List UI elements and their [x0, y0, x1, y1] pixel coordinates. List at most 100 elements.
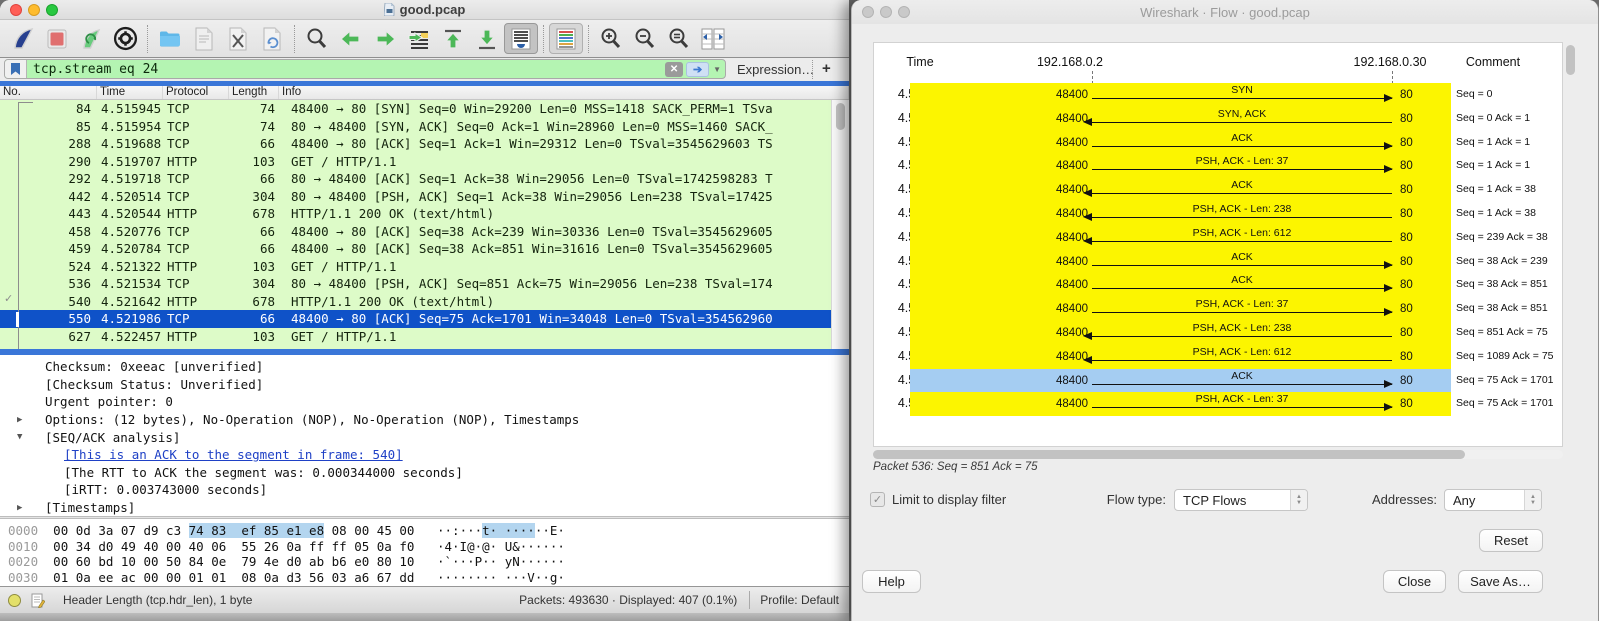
- packet-row[interactable]: 524 4.521322 HTTP 103 GET / HTTP/1.1: [0, 258, 831, 276]
- packet-row[interactable]: 540 4.521642 HTTP 678 HTTP/1.1 200 OK (t…: [0, 293, 831, 311]
- detail-row[interactable]: ▶ [Timestamps]: [0, 499, 849, 516]
- packet-row[interactable]: 459 4.520784 TCP 66 48400 → 80 [ACK] Seq…: [0, 240, 831, 258]
- packet-row[interactable]: 85 4.515954 TCP 74 80 → 48400 [SYN, ACK]…: [0, 118, 831, 136]
- flow-row[interactable]: 4.519707 48400 PSH, ACK - Len: 37 80 Seq…: [874, 154, 1563, 178]
- flow-horizontal-scrollbar[interactable]: [873, 450, 1563, 459]
- detail-row[interactable]: [The RTT to ACK the segment was: 0.00034…: [0, 464, 849, 482]
- zoom-original-icon[interactable]: [662, 23, 696, 54]
- go-back-icon[interactable]: [334, 23, 368, 54]
- display-filter-input[interactable]: tcp.stream eq 24 ✕ ➔ ▼: [4, 59, 726, 79]
- zoom-out-icon[interactable]: [628, 23, 662, 54]
- flow-row[interactable]: 4.522457 48400 PSH, ACK - Len: 37 80 Seq…: [874, 392, 1563, 416]
- packet-row[interactable]: 290 4.519707 HTTP 103 GET / HTTP/1.1: [0, 153, 831, 171]
- flow-diagram-canvas[interactable]: Time 192.168.0.2 192.168.0.30 Comment 4.…: [873, 42, 1563, 447]
- filter-clear-icon[interactable]: ✕: [665, 62, 683, 77]
- capture-comment-icon[interactable]: [31, 593, 45, 608]
- tree-expander-icon[interactable]: ▶: [17, 415, 37, 425]
- packet-row[interactable]: 458 4.520776 TCP 66 48400 → 80 [ACK] Seq…: [0, 223, 831, 241]
- detail-row[interactable]: [This is an ACK to the segment in frame:…: [0, 446, 849, 464]
- column-protocol[interactable]: Protocol: [163, 86, 229, 99]
- packet-row[interactable]: 550 4.521986 TCP 66 48400 → 80 [ACK] Seq…: [0, 310, 831, 328]
- go-first-packet-icon[interactable]: [436, 23, 470, 54]
- expression-button[interactable]: Expression…: [737, 62, 814, 77]
- flow-row[interactable]: 4.521322 48400 PSH, ACK - Len: 37 80 Seq…: [874, 297, 1563, 321]
- auto-scroll-icon[interactable]: [504, 23, 538, 54]
- go-forward-icon[interactable]: [368, 23, 402, 54]
- go-to-packet-icon[interactable]: [402, 23, 436, 54]
- save-as-button[interactable]: Save As…: [1458, 570, 1543, 593]
- packet-no: 288: [0, 136, 97, 151]
- close-button[interactable]: Close: [1383, 570, 1446, 593]
- packet-row[interactable]: 292 4.519718 TCP 66 80 → 48400 [ACK] Seq…: [0, 170, 831, 188]
- resize-columns-icon[interactable]: [696, 23, 730, 54]
- close-file-icon[interactable]: [221, 23, 255, 54]
- flow-row[interactable]: 4.519688 48400 ACK 80 Seq = 1 Ack = 1: [874, 131, 1563, 155]
- flow-row[interactable]: 4.519718 48400 ACK 80 Seq = 1 Ack = 38: [874, 178, 1563, 202]
- filter-bookmark-icon[interactable]: [5, 60, 27, 78]
- packet-row[interactable]: 536 4.521534 TCP 304 80 → 48400 [PSH, AC…: [0, 275, 831, 293]
- colorize-packets-icon[interactable]: [549, 23, 583, 54]
- filter-dropdown-caret-icon[interactable]: ▼: [713, 65, 721, 74]
- zoom-traffic-light-inactive[interactable]: [898, 6, 910, 18]
- column-length[interactable]: Length: [229, 86, 279, 99]
- hex-row[interactable]: 0020 00 60 bd 10 00 50 84 0e 79 4e d0 ab…: [8, 554, 849, 570]
- column-no[interactable]: No.: [0, 86, 97, 99]
- close-traffic-light-inactive[interactable]: [862, 6, 874, 18]
- hex-row[interactable]: 0000 00 0d 3a 07 d9 c3 74 83 ef 85 e1 e8…: [8, 523, 849, 539]
- open-file-folder-icon[interactable]: [153, 23, 187, 54]
- detail-row[interactable]: ▼ [SEQ/ACK analysis]: [0, 428, 849, 446]
- flow-row[interactable]: 4.520544 48400 PSH, ACK - Len: 612 80 Se…: [874, 226, 1563, 250]
- tree-expander-icon[interactable]: ▼: [17, 432, 37, 442]
- flow-type-select[interactable]: TCP Flows ▲▼: [1174, 489, 1308, 511]
- detail-row[interactable]: Checksum: 0xeeac [unverified]: [0, 358, 849, 376]
- scrollbar-thumb[interactable]: [836, 103, 845, 130]
- flow-vertical-scrollbar-thumb[interactable]: [1566, 45, 1575, 75]
- zoom-traffic-light[interactable]: [46, 4, 58, 16]
- flow-row[interactable]: 4.521642 48400 PSH, ACK - Len: 612 80 Se…: [874, 345, 1563, 369]
- go-last-packet-icon[interactable]: [470, 23, 504, 54]
- detail-row[interactable]: Urgent pointer: 0: [0, 393, 849, 411]
- status-profile[interactable]: Profile: Default: [760, 593, 849, 607]
- help-button[interactable]: Help: [862, 570, 921, 593]
- add-filter-button[interactable]: +: [822, 60, 831, 77]
- flow-row[interactable]: 4.520776 48400 ACK 80 Seq = 38 Ack = 239: [874, 250, 1563, 274]
- scrollbar-thumb[interactable]: [873, 450, 1465, 459]
- detail-row[interactable]: [iRTT: 0.003743000 seconds]: [0, 481, 849, 499]
- reload-file-icon[interactable]: [255, 23, 289, 54]
- packet-list-scrollbar[interactable]: [831, 100, 849, 349]
- expert-info-icon[interactable]: [8, 594, 21, 607]
- flow-row[interactable]: 4.521986 48400 ACK 80 Seq = 75 Ack = 170…: [874, 369, 1563, 393]
- stop-capture-icon[interactable]: [40, 23, 74, 54]
- hex-row[interactable]: 0030 01 0a ee ac 00 00 01 01 08 0a d3 56…: [8, 570, 849, 586]
- detail-row[interactable]: ▶ Options: (12 bytes), No-Operation (NOP…: [0, 411, 849, 429]
- flow-row[interactable]: 4.515954 48400 SYN, ACK 80 Seq = 0 Ack =…: [874, 107, 1563, 131]
- packet-row[interactable]: 288 4.519688 TCP 66 48400 → 80 [ACK] Seq…: [0, 135, 831, 153]
- flow-row[interactable]: 4.521534 48400 PSH, ACK - Len: 238 80 Se…: [874, 321, 1563, 345]
- save-file-icon[interactable]: [187, 23, 221, 54]
- limit-filter-checkbox[interactable]: ✓: [870, 492, 885, 507]
- flow-row[interactable]: 4.515945 48400 SYN 80 Seq = 0: [874, 83, 1563, 107]
- flow-row[interactable]: 4.520514 48400 PSH, ACK - Len: 238 80 Se…: [874, 202, 1563, 226]
- packet-row[interactable]: 443 4.520544 HTTP 678 HTTP/1.1 200 OK (t…: [0, 205, 831, 223]
- packet-row[interactable]: 442 4.520514 TCP 304 80 → 48400 [PSH, AC…: [0, 188, 831, 206]
- find-packet-icon[interactable]: [300, 23, 334, 54]
- detail-row[interactable]: [Checksum Status: Unverified]: [0, 376, 849, 394]
- wireshark-fin-icon[interactable]: [6, 23, 40, 54]
- restart-capture-icon[interactable]: [74, 23, 108, 54]
- filter-apply-icon[interactable]: ➔: [686, 62, 709, 77]
- flow-row[interactable]: 4.520784 48400 ACK 80 Seq = 38 Ack = 851: [874, 273, 1563, 297]
- minimize-traffic-light[interactable]: [28, 4, 40, 16]
- reset-button[interactable]: Reset: [1479, 529, 1543, 552]
- zoom-in-icon[interactable]: [594, 23, 628, 54]
- column-time[interactable]: Time: [97, 86, 163, 99]
- column-info[interactable]: Info: [279, 86, 849, 99]
- packet-row[interactable]: 84 4.515945 TCP 74 48400 → 80 [SYN] Seq=…: [0, 100, 831, 118]
- packet-row[interactable]: 627 4.522457 HTTP 103 GET / HTTP/1.1: [0, 328, 831, 346]
- capture-options-gear-icon[interactable]: [108, 23, 142, 54]
- minimize-traffic-light-inactive[interactable]: [880, 6, 892, 18]
- tree-expander-icon[interactable]: ▶: [17, 503, 37, 513]
- close-traffic-light[interactable]: [10, 4, 22, 16]
- addresses-select[interactable]: Any ▲▼: [1444, 489, 1542, 511]
- flow-arrowhead-icon: [1083, 213, 1092, 221]
- hex-row[interactable]: 0010 00 34 d0 49 40 00 40 06 55 26 0a ff…: [8, 539, 849, 555]
